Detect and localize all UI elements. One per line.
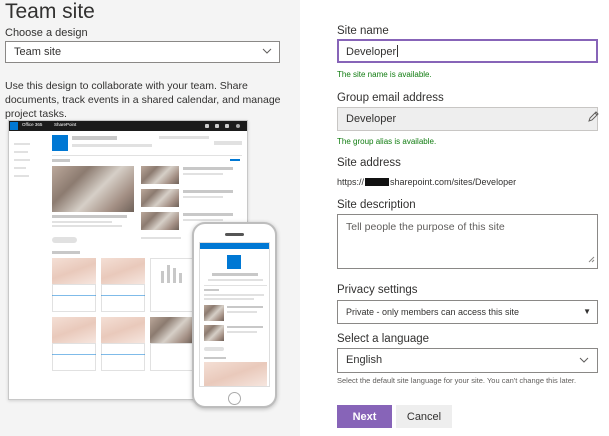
site-description-placeholder: Tell people the purpose of this site (346, 221, 505, 233)
panel-title: Team site (5, 0, 95, 23)
preview-app-name: Office 365 (22, 122, 43, 127)
mobile-site-logo-icon (227, 255, 241, 269)
site-name-label: Site name (337, 25, 389, 37)
resize-grip-icon[interactable] (588, 254, 595, 266)
caret-down-icon: ▼ (583, 307, 591, 316)
privacy-dropdown[interactable]: Private - only members can access this s… (337, 300, 598, 324)
redacted-tenant (365, 178, 390, 186)
site-description-label: Site description (337, 199, 416, 211)
privacy-dropdown-value: Private - only members can access this s… (346, 307, 520, 317)
language-label: Select a language (337, 333, 430, 345)
site-address-suffix: sharepoint.com/sites/Developer (390, 177, 517, 187)
privacy-settings-label: Privacy settings (337, 284, 418, 296)
site-description-textarea[interactable]: Tell people the purpose of this site (337, 214, 598, 269)
language-hint: Select the default site language for you… (337, 376, 577, 385)
design-preview-panel: Team site Choose a design Team site Use … (0, 0, 300, 436)
next-button[interactable]: Next (337, 405, 392, 428)
group-email-input[interactable]: Developer (337, 107, 598, 131)
avatar (236, 124, 240, 128)
mobile-preview-image (192, 222, 277, 408)
preview-product-name: SharePoint (54, 122, 77, 127)
design-dropdown-value: Team site (14, 46, 62, 58)
site-address-value: https:// sharepoint.com/sites/Developer (337, 177, 516, 187)
site-name-validation: The site name is available. (337, 70, 432, 79)
language-dropdown[interactable]: English (337, 348, 598, 373)
bell-icon (205, 124, 209, 128)
site-creation-form: Site name Developer The site name is ava… (300, 0, 609, 436)
pencil-icon[interactable] (587, 110, 600, 128)
chevron-down-icon (261, 45, 273, 60)
preview-topbar: Office 365 SharePoint (9, 121, 247, 131)
group-email-validation: The group alias is available. (337, 137, 437, 146)
site-address-label: Site address (337, 157, 401, 169)
choose-design-label: Choose a design (5, 27, 88, 39)
site-name-value: Developer (346, 46, 397, 58)
site-name-input[interactable]: Developer (337, 39, 598, 63)
group-email-value: Developer (346, 113, 397, 125)
gear-icon (215, 124, 219, 128)
news-photo (52, 166, 134, 212)
group-email-label: Group email address (337, 92, 444, 104)
design-dropdown[interactable]: Team site (5, 41, 280, 63)
site-logo-icon (52, 135, 68, 151)
site-address-prefix: https:// (337, 177, 365, 187)
design-description: Use this design to collaborate with your… (5, 80, 281, 120)
app-launcher-icon (10, 122, 18, 130)
language-dropdown-value: English (346, 354, 383, 366)
cancel-button[interactable]: Cancel (396, 405, 452, 428)
chevron-down-icon (578, 354, 590, 369)
help-icon (225, 124, 229, 128)
